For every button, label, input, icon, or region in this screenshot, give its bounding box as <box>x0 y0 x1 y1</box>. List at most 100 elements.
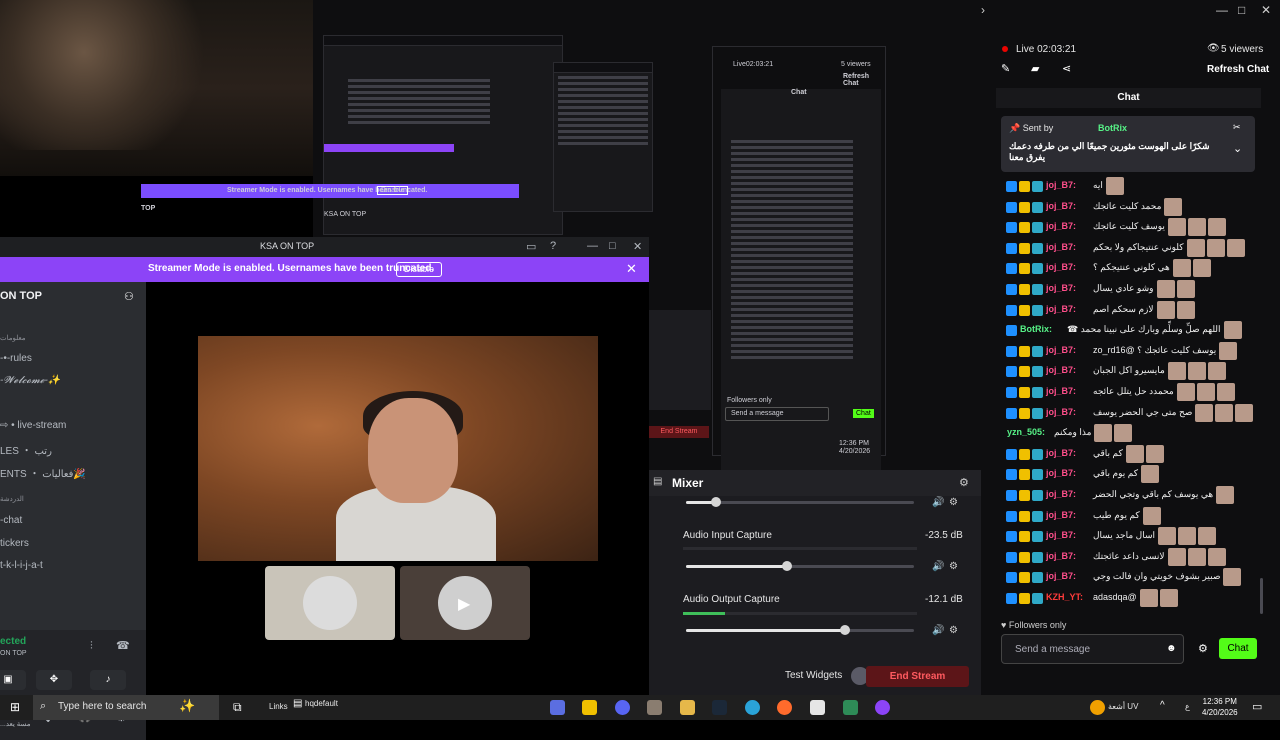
chat-username[interactable]: joj_B7: <box>1046 180 1076 190</box>
task-view-icon[interactable]: ⧉ <box>233 700 242 715</box>
chat-message[interactable]: joj_B7: لازم سحكم اصم <box>1006 301 1256 319</box>
chat-username[interactable]: joj_B7: <box>1046 221 1076 231</box>
channel-chat[interactable]: -chat <box>0 515 22 526</box>
activities-button[interactable]: ✥ <box>36 670 72 690</box>
pencil-icon[interactable]: ✎ <box>1001 62 1010 75</box>
chat-message[interactable]: joj_B7: صبير بشوف خويتي وان فالت وجي <box>1006 568 1256 586</box>
chat-username[interactable]: joj_B7: <box>1046 468 1076 478</box>
app-icon[interactable] <box>810 700 825 715</box>
notification-icon[interactable]: ▭ <box>1252 700 1262 713</box>
chat-message[interactable]: joj_B7: يوسف كليت عائجك ؟ @zo_rd16 <box>1006 342 1256 360</box>
help-icon[interactable]: ? <box>550 240 556 252</box>
app-icon[interactable] <box>550 700 565 715</box>
steam-icon[interactable] <box>712 700 727 715</box>
chat-username[interactable]: joj_B7: <box>1046 530 1076 540</box>
chat-message[interactable]: KZH_YT: @adasdqa <box>1006 589 1256 607</box>
weather-label[interactable]: أشعة UV <box>1108 702 1138 711</box>
channel-live-stream[interactable]: ⇨ • live-stream <box>0 420 66 431</box>
chat-message[interactable]: joj_B7: محمد كليت عائجك <box>1006 198 1256 216</box>
chat-username[interactable]: joj_B7: <box>1046 448 1076 458</box>
participant-tile[interactable]: ▶ <box>400 566 530 640</box>
screen-share-icon[interactable]: ▭ <box>526 240 536 253</box>
discord-icon[interactable] <box>615 700 630 715</box>
chat-message[interactable]: joj_B7: كم يوم طيب <box>1006 507 1256 525</box>
disconnect-icon[interactable]: ☎ <box>116 639 130 652</box>
chat-message[interactable]: joj_B7: ايه <box>1006 177 1256 195</box>
chat-message[interactable]: joj_B7: لانسى داعد عائجتك <box>1006 548 1256 566</box>
chat-message[interactable]: joj_B7: هي يوسف كم باقي وتجي الحضر <box>1006 486 1256 504</box>
mixer-settings-icon[interactable]: ⚙ <box>959 476 969 489</box>
participant-tile[interactable] <box>265 566 395 640</box>
add-member-icon[interactable]: ⚇ <box>124 290 134 303</box>
category-info[interactable]: معلومات <box>0 334 26 342</box>
chat-username[interactable]: joj_B7: <box>1046 386 1076 396</box>
tray-chevron-icon[interactable]: ^ <box>1160 700 1165 711</box>
minimize-icon[interactable]: — <box>587 240 598 252</box>
app-icon[interactable] <box>582 700 597 715</box>
pinned-message[interactable]: 📌 Sent by BotRix شكرًا على الهوست مثورين… <box>1001 116 1255 172</box>
banner-close-icon[interactable]: ✕ <box>626 261 637 277</box>
file-explorer-icon[interactable] <box>680 700 695 715</box>
track-settings-icon[interactable]: ⚙ <box>949 625 958 636</box>
chat-message[interactable]: joj_B7: هي كلوني عنتيجكم ؟ <box>1006 259 1256 277</box>
chat-username[interactable]: joj_B7: <box>1046 489 1076 499</box>
app-icon[interactable] <box>777 700 792 715</box>
volume-icon[interactable]: 🔊 <box>932 497 944 508</box>
chat-username[interactable]: joj_B7: <box>1046 201 1076 211</box>
collapse-chevron-icon[interactable]: ⌄ <box>1233 142 1242 155</box>
soundboard-button[interactable]: ♪ <box>90 670 126 690</box>
main-video-feed[interactable] <box>198 336 598 561</box>
channel-stickers[interactable]: tickers <box>0 538 29 549</box>
channel-events[interactable]: ENTS ・ فعاليات🎉 <box>0 465 86 480</box>
camera-button[interactable]: ▣ <box>0 670 26 690</box>
streamer-disable-button[interactable]: Disable <box>396 262 442 277</box>
taskbar-search[interactable]: ⌕ Type here to search ✨ <box>33 695 219 720</box>
track-volume-slider[interactable] <box>686 561 914 571</box>
taskbar-clock[interactable]: 12:36 PM 4/20/2026 <box>1202 696 1238 718</box>
chat-username[interactable]: joj_B7: <box>1046 407 1076 417</box>
windows-start-icon[interactable]: ⊞ <box>10 700 20 714</box>
channel-roles[interactable]: LES ・ رتب <box>0 442 52 457</box>
edge-icon[interactable] <box>745 700 760 715</box>
chat-username[interactable]: joj_B7: <box>1046 365 1076 375</box>
chat-send-button[interactable]: Chat <box>1219 638 1257 659</box>
chat-username[interactable]: joj_B7: <box>1046 283 1076 293</box>
close-icon[interactable]: ✕ <box>633 240 642 253</box>
expand-chevron-icon[interactable]: › <box>981 3 985 17</box>
track-settings-icon[interactable]: ⚙ <box>949 561 958 572</box>
chat-username[interactable]: joj_B7: <box>1046 304 1076 314</box>
chat-scrollbar[interactable] <box>1260 578 1263 614</box>
track-volume-slider[interactable] <box>686 625 914 635</box>
chat-username[interactable]: joj_B7: <box>1046 510 1076 520</box>
app-icon[interactable] <box>875 700 890 715</box>
track-settings-icon[interactable]: ⚙ <box>949 497 958 508</box>
chat-username[interactable]: joj_B7: <box>1046 242 1076 252</box>
chat-username[interactable]: joj_B7: <box>1046 551 1076 561</box>
server-name[interactable]: ON TOP <box>0 290 42 302</box>
emoji-icon[interactable]: ☻ <box>1166 643 1177 654</box>
chat-message[interactable]: joj_B7: يوسف كليت عائجك <box>1006 218 1256 236</box>
chat-message[interactable]: yzn_505: مذا ومكنم <box>1006 424 1256 442</box>
noise-icon[interactable]: ⫶ <box>90 640 93 653</box>
send-message-input[interactable]: Send a message ☻ <box>1001 634 1184 664</box>
minimize-icon[interactable]: — <box>1216 3 1228 17</box>
unpin-icon[interactable]: ✂ <box>1233 122 1241 133</box>
chat-username[interactable]: BotRix: <box>1020 324 1052 334</box>
channel-welcome[interactable]: -𝓦𝓮𝓵𝓬𝓸𝓶𝓮-✨ <box>0 375 60 386</box>
test-widgets-label[interactable]: Test Widgets <box>785 670 842 681</box>
links-label[interactable]: Links <box>269 702 288 711</box>
chat-username[interactable]: joj_B7: <box>1046 571 1076 581</box>
channel-rules[interactable]: -•-rules <box>0 353 32 364</box>
volume-icon[interactable]: 🔊 <box>932 561 944 572</box>
chat-username[interactable]: joj_B7: <box>1046 262 1076 272</box>
track-volume-slider[interactable] <box>686 497 914 507</box>
chat-username[interactable]: joj_B7: <box>1046 345 1076 355</box>
hqdefault-label[interactable]: hqdefault <box>305 699 338 708</box>
chat-username[interactable]: yzn_505: <box>1007 427 1045 437</box>
chat-message[interactable]: joj_B7: صح متى جي الحضر يوسف <box>1006 404 1256 422</box>
maximize-icon[interactable]: □ <box>609 240 616 252</box>
chat-message[interactable]: joj_B7: كلوني عنتيجاكم ولا بحكم <box>1006 239 1256 257</box>
chat-message[interactable]: joj_B7: كم باقي <box>1006 445 1256 463</box>
close-icon[interactable]: ✕ <box>1261 3 1271 17</box>
chat-message[interactable]: joj_B7: مايسيرو اكل الجبان <box>1006 362 1256 380</box>
